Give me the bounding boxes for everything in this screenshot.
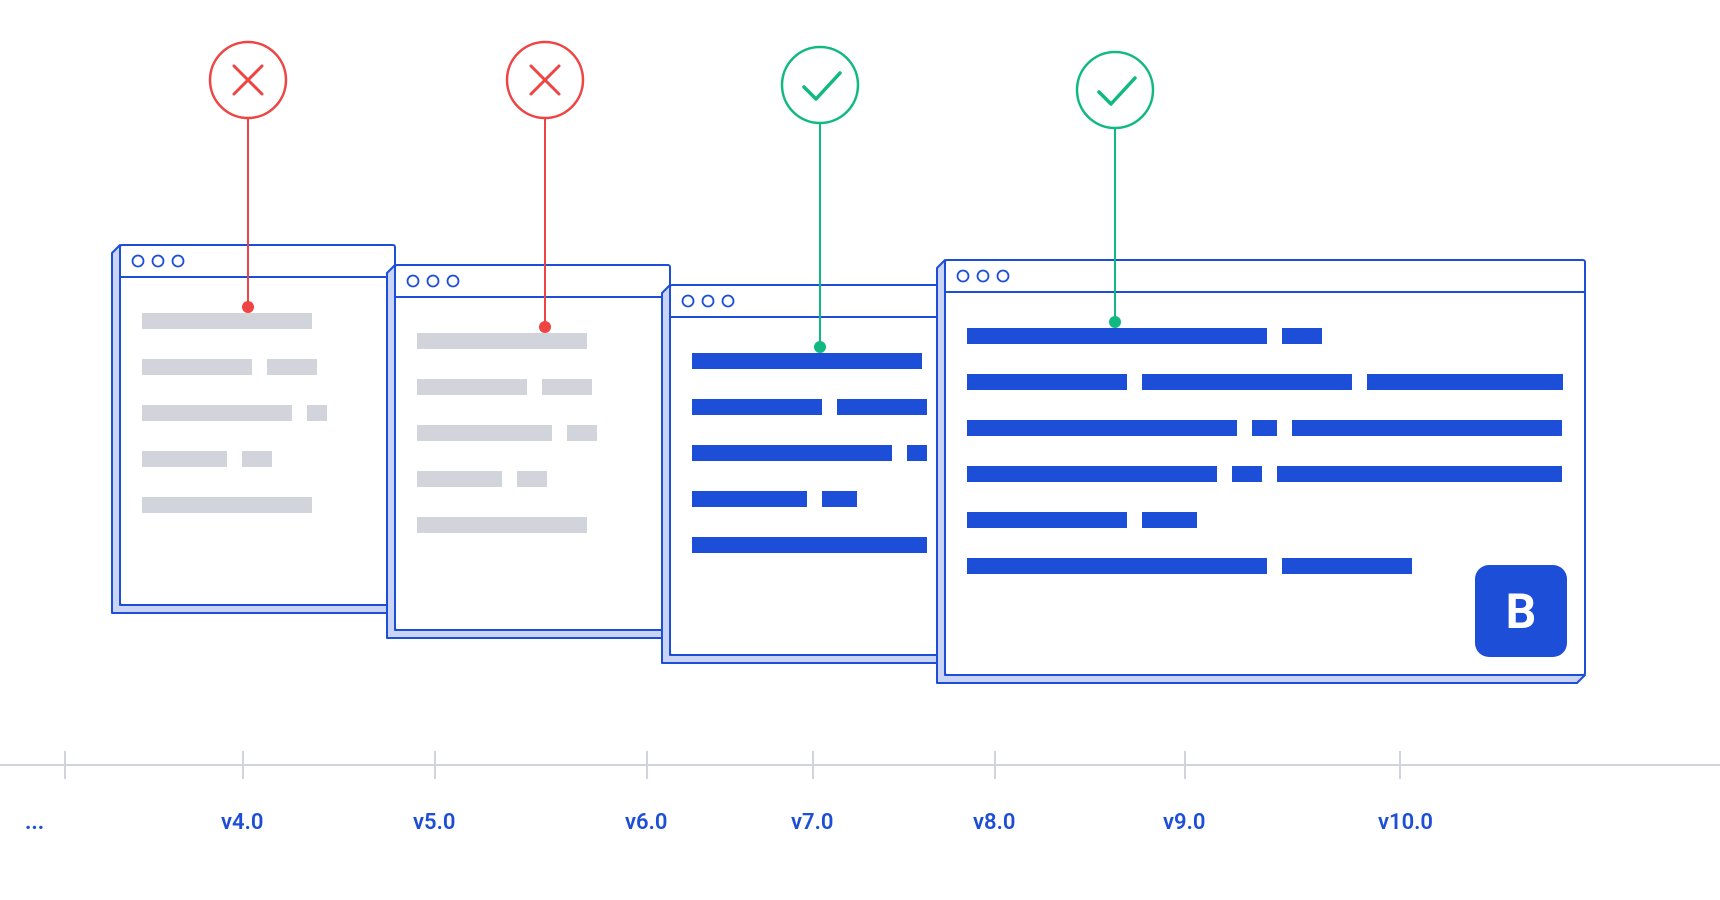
- status-indicator-w3: [760, 0, 880, 367]
- logo-badge: B: [1475, 565, 1567, 657]
- status-indicator-w1: [188, 0, 308, 327]
- version-label-v8-0: v8.0: [973, 810, 1015, 835]
- axis-ellipsis: ...: [25, 810, 44, 835]
- version-label-v10-0: v10.0: [1378, 810, 1433, 835]
- version-label-v5-0: v5.0: [413, 810, 455, 835]
- version-label-v7-0: v7.0: [791, 810, 833, 835]
- version-label-v4-0: v4.0: [221, 810, 263, 835]
- version-label-v9-0: v9.0: [1163, 810, 1205, 835]
- version-label-v6-0: v6.0: [625, 810, 667, 835]
- status-indicator-w2: [485, 0, 605, 347]
- status-indicator-w4: [1055, 0, 1175, 342]
